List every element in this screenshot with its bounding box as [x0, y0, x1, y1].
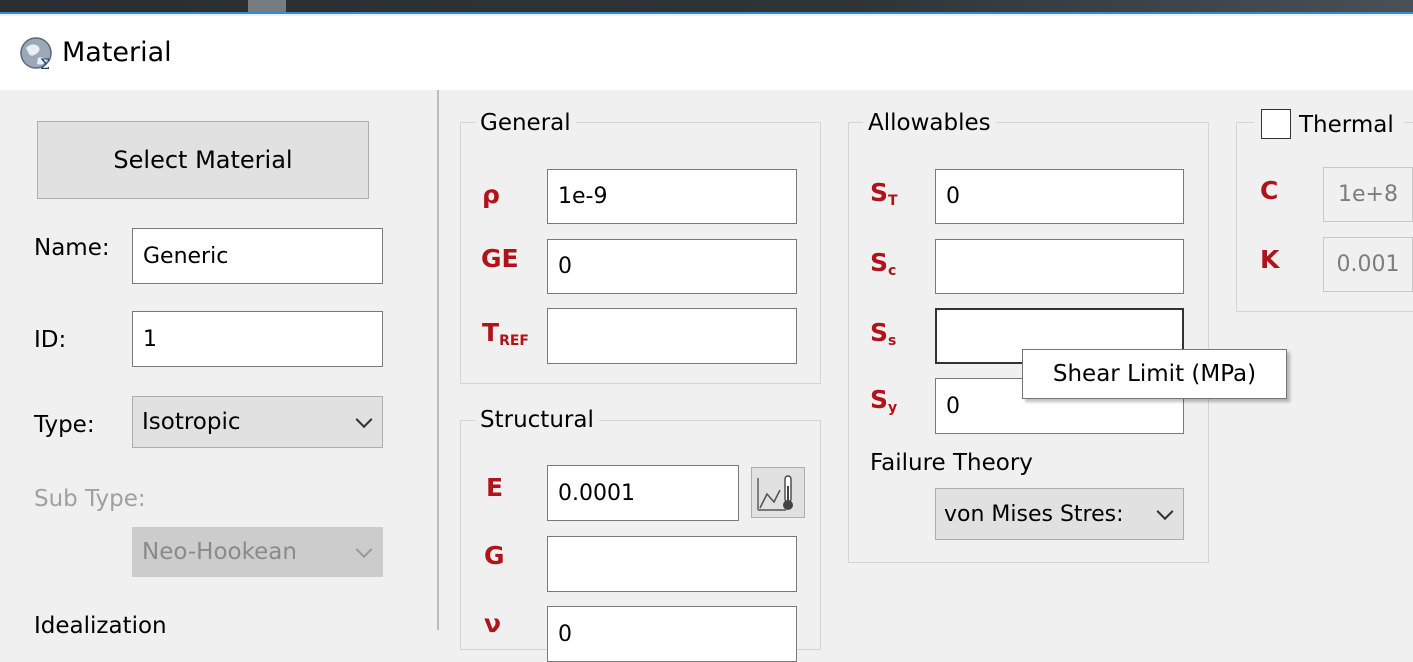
conductivity-input: 0.001 — [1323, 237, 1413, 292]
name-input[interactable]: Generic — [132, 228, 383, 284]
subtype-select-value: Neo-Hookean — [142, 539, 297, 565]
title-bar — [0, 16, 1413, 90]
poisson-ratio-input[interactable]: 0 — [547, 606, 797, 662]
select-material-button[interactable]: Select Material — [37, 121, 369, 199]
ss-symbol: Ss — [870, 318, 897, 349]
taskbar-strip — [0, 0, 1413, 14]
failure-theory-value: von Mises Stres: — [944, 501, 1124, 527]
sy-symbol: Sy — [870, 385, 898, 416]
idealization-label: Idealization — [34, 613, 167, 639]
id-label: ID: — [34, 327, 67, 353]
thermal-label: Thermal — [1299, 112, 1394, 138]
youngs-modulus-input[interactable]: 0.0001 — [547, 465, 739, 521]
app-globe-icon: Σ — [18, 36, 58, 73]
shear-limit-tooltip: Shear Limit (MPa) — [1022, 349, 1287, 399]
nu-symbol: ν — [484, 609, 502, 638]
shear-modulus-input[interactable] — [547, 536, 797, 592]
structural-legend: Structural — [475, 405, 599, 435]
rho-symbol: ρ — [482, 180, 500, 209]
failure-theory-select[interactable]: von Mises Stres: — [935, 488, 1184, 540]
failure-theory-label: Failure Theory — [870, 450, 1033, 476]
sc-symbol: Sc — [870, 248, 897, 279]
e-symbol: E — [486, 473, 504, 502]
chevron-down-icon — [355, 411, 373, 429]
damping-input[interactable]: 0 — [547, 239, 797, 294]
type-label: Type: — [34, 412, 95, 438]
temperature-chart-icon — [757, 475, 793, 511]
compression-limit-input[interactable] — [935, 239, 1184, 294]
tension-limit-input[interactable]: 0 — [935, 169, 1184, 224]
ge-symbol: GE — [481, 244, 519, 273]
type-select-value: Isotropic — [142, 409, 241, 435]
general-legend: General — [475, 108, 576, 138]
k-symbol: K — [1260, 245, 1280, 274]
type-select[interactable]: Isotropic — [132, 396, 383, 448]
st-symbol: ST — [870, 178, 898, 209]
chevron-down-icon — [1156, 503, 1174, 521]
taskbar-tab — [248, 0, 286, 12]
subtype-label: Sub Type: — [34, 486, 146, 512]
thermal-checkbox[interactable] — [1261, 109, 1291, 139]
window-title: Material — [62, 37, 172, 68]
temperature-table-button[interactable] — [751, 467, 805, 518]
subtype-select: Neo-Hookean — [132, 527, 383, 577]
g-symbol: G — [484, 541, 505, 570]
tref-symbol: TREF — [482, 318, 529, 349]
chevron-down-icon — [355, 541, 373, 559]
name-label: Name: — [34, 235, 110, 261]
allowables-legend: Allowables — [863, 108, 996, 138]
c-symbol: C — [1260, 176, 1279, 205]
id-input[interactable]: 1 — [132, 311, 383, 367]
svg-text:Σ: Σ — [40, 57, 50, 72]
density-input[interactable]: 1e-9 — [547, 169, 797, 224]
tref-input[interactable] — [547, 308, 797, 364]
panel-divider — [437, 90, 439, 630]
specific-heat-input: 1e+8 — [1323, 167, 1413, 222]
